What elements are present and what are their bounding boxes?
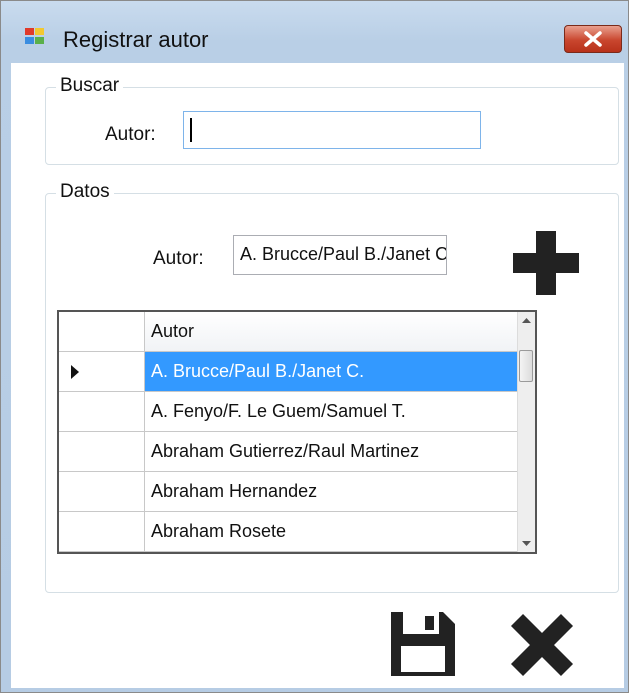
datos-autor-label: Autor: [153, 248, 204, 269]
table-row[interactable]: Abraham Rosete [59, 512, 519, 552]
table-row[interactable]: Abraham Gutierrez/Raul Martinez [59, 432, 519, 472]
table-cell-autor[interactable]: A. Brucce/Paul B./Janet C. [145, 352, 519, 392]
table-row[interactable]: A. Brucce/Paul B./Janet C. [59, 352, 519, 392]
table-cell-autor[interactable]: Abraham Rosete [145, 512, 519, 552]
datos-group-label: Datos [56, 181, 114, 203]
column-header-autor[interactable]: Autor [145, 312, 519, 352]
plus-icon [513, 231, 579, 295]
row-header[interactable] [59, 352, 145, 392]
row-header[interactable] [59, 472, 145, 512]
close-icon [584, 31, 602, 47]
save-icon [391, 612, 455, 676]
current-row-arrow-icon [71, 365, 79, 379]
app-icon [25, 28, 44, 44]
corner-header-cell [59, 312, 145, 352]
close-button[interactable] [564, 25, 622, 53]
client-area: Buscar Autor: Datos Autor: A. Brucce/Pau… [11, 63, 624, 688]
table-row[interactable]: Abraham Hernandez [59, 472, 519, 512]
vertical-scrollbar[interactable] [517, 312, 535, 552]
dialog-window: Registrar autor Buscar Autor: Datos Auto… [0, 0, 629, 693]
save-button[interactable] [387, 608, 459, 680]
buscar-group-label: Buscar [56, 75, 124, 97]
scroll-down-icon[interactable] [518, 534, 535, 552]
authors-grid[interactable]: Autor A. Brucce/Paul B./Janet C. A. Feny… [57, 310, 537, 554]
grid-header-row: Autor [59, 312, 519, 352]
row-header[interactable] [59, 512, 145, 552]
table-cell-autor[interactable]: A. Fenyo/F. Le Guem/Samuel T. [145, 392, 519, 432]
title-bar[interactable]: Registrar autor [1, 1, 628, 53]
row-header[interactable] [59, 432, 145, 472]
buscar-autor-input[interactable] [183, 111, 481, 149]
text-caret [190, 118, 192, 142]
table-cell-autor[interactable]: Abraham Gutierrez/Raul Martinez [145, 432, 519, 472]
datos-autor-value: A. Brucce/Paul B./Janet C. [240, 244, 447, 264]
table-cell-autor[interactable]: Abraham Hernandez [145, 472, 519, 512]
scroll-up-icon[interactable] [518, 312, 535, 330]
datos-autor-input[interactable]: A. Brucce/Paul B./Janet C. [233, 235, 447, 275]
add-button[interactable] [511, 229, 581, 299]
cancel-button[interactable] [505, 608, 579, 682]
row-header[interactable] [59, 392, 145, 432]
scroll-thumb[interactable] [519, 350, 533, 382]
table-row[interactable]: A. Fenyo/F. Le Guem/Samuel T. [59, 392, 519, 432]
buscar-autor-label: Autor: [105, 124, 156, 145]
window-title: Registrar autor [63, 27, 209, 52]
cancel-icon [510, 613, 574, 677]
